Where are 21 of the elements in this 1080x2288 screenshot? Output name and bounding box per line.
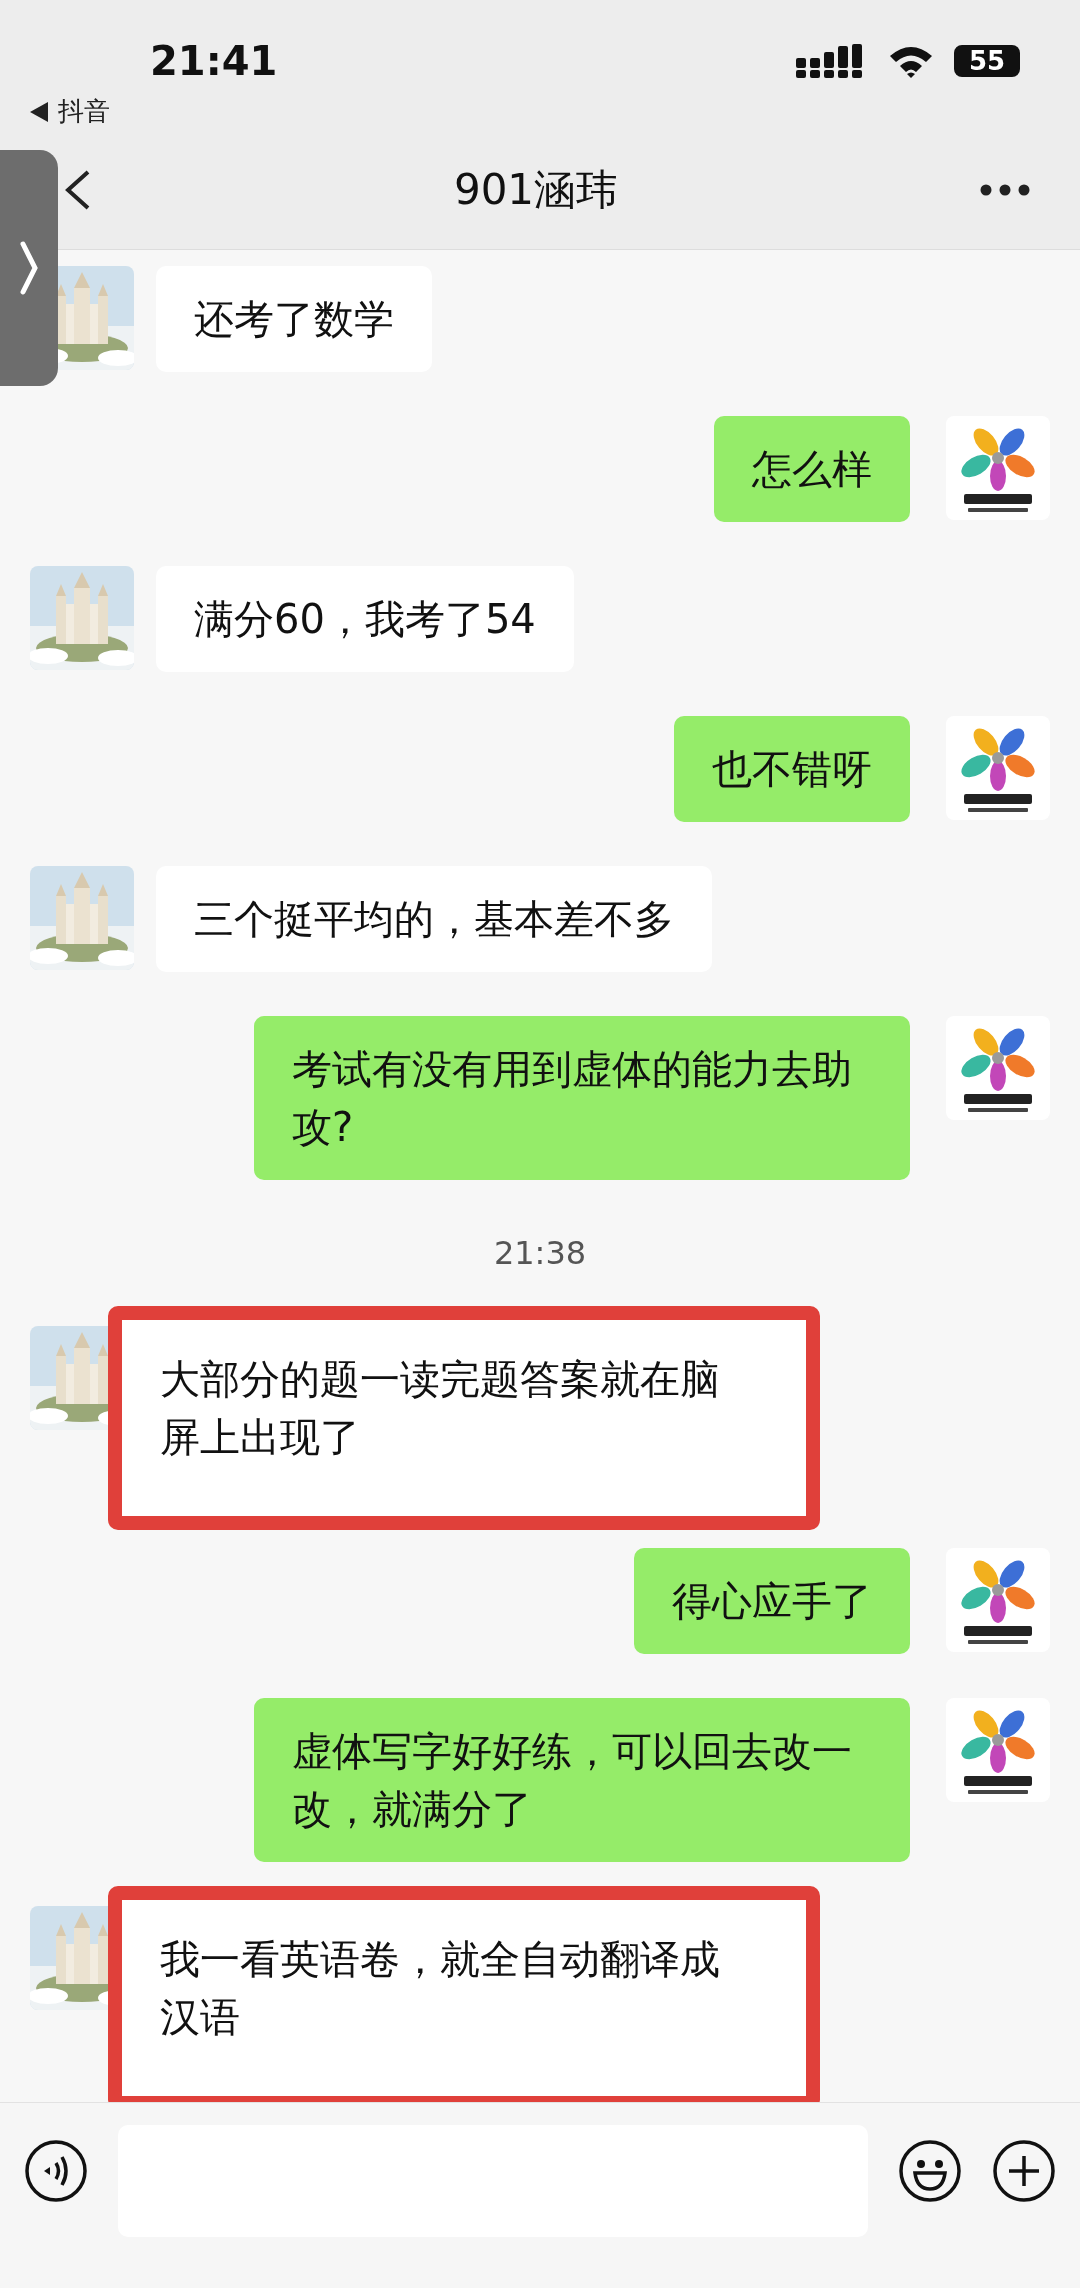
- side-tab[interactable]: [0, 150, 58, 386]
- battery-icon: 55: [954, 45, 1020, 77]
- voice-icon[interactable]: [24, 2139, 88, 2203]
- chat-title: 901涵玮: [453, 164, 619, 216]
- status-time: 21:41: [150, 38, 278, 84]
- message-bubble: 得心应手了: [634, 1548, 910, 1654]
- message-bubble: 满分60，我考了54: [156, 566, 574, 672]
- timestamp: 21:38: [493, 1234, 587, 1272]
- chevron-right-icon: [19, 240, 39, 296]
- more-icon[interactable]: [980, 184, 1030, 196]
- message-bubble: 怎么样: [714, 416, 910, 522]
- back-triangle-icon: [30, 101, 48, 122]
- message-bubble: 虚体写字好好练，可以回去改一改，就满分了: [254, 1698, 910, 1862]
- message-bubble: 还考了数学: [156, 266, 432, 372]
- message-bubble: 三个挺平均的，基本差不多: [156, 866, 712, 972]
- message-bubble: 也不错呀: [674, 716, 910, 822]
- wifi-icon: [888, 44, 934, 78]
- add-icon[interactable]: [992, 2139, 1056, 2203]
- emoji-icon[interactable]: [898, 2139, 962, 2203]
- message-bubble: 考试有没有用到虚体的能力去助攻?: [254, 1016, 910, 1180]
- back-app-link[interactable]: 抖音: [58, 94, 110, 129]
